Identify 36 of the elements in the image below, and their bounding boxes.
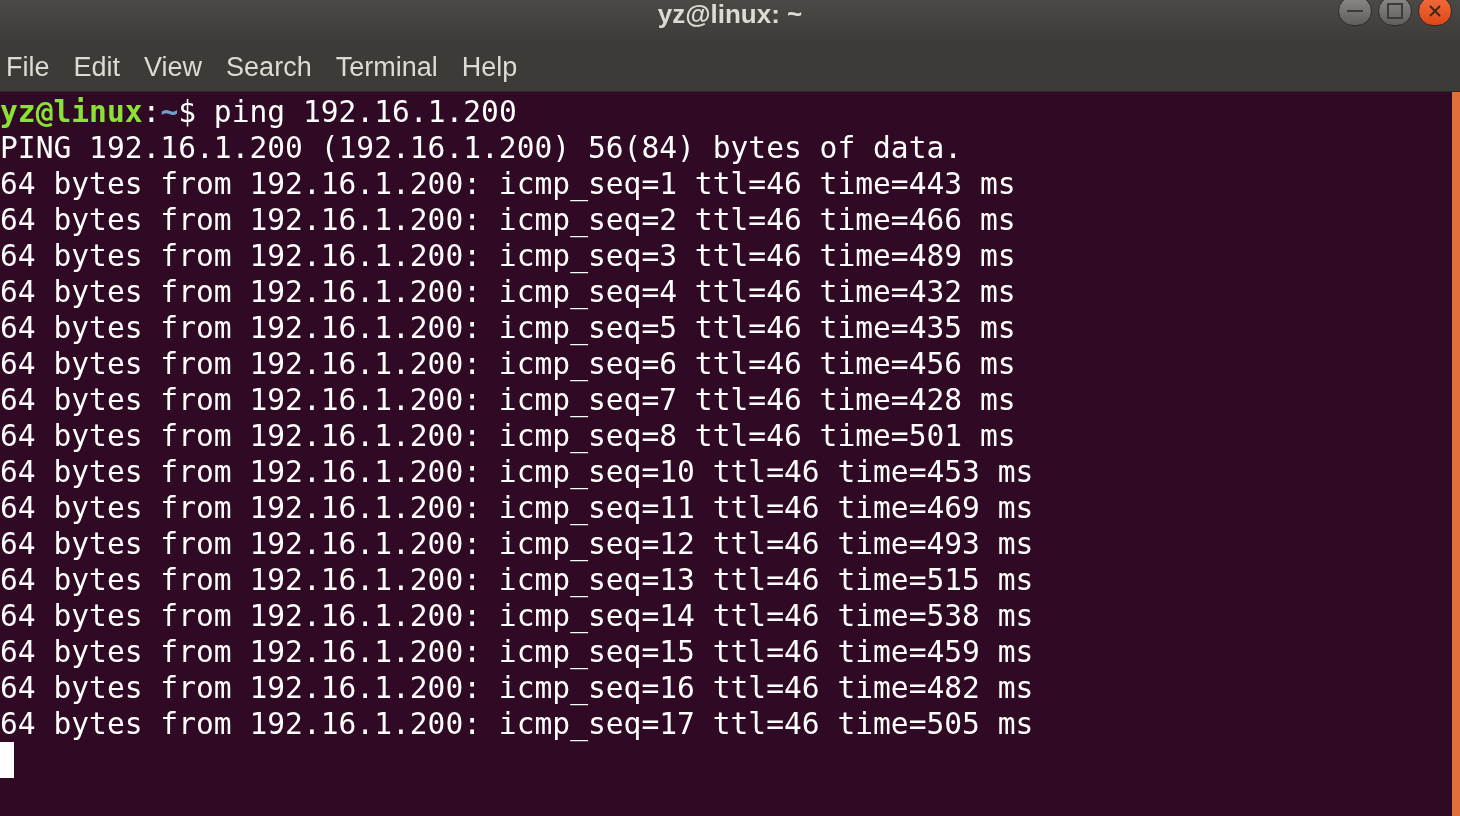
- output-line: 64 bytes from 192.16.1.200: icmp_seq=15 ttl=46 time=459 ms: [0, 634, 1034, 670]
- minimize-icon: [1347, 9, 1363, 13]
- menu-item[interactable]: View: [144, 54, 203, 81]
- output-line: 64 bytes from 192.16.1.200: icmp_seq=8 ttl=46 time=501 ms: [0, 418, 1016, 454]
- menu-item[interactable]: File: [6, 54, 50, 81]
- menu-item[interactable]: Terminal: [335, 54, 438, 81]
- prompt-user-host: yz@linux: [0, 94, 143, 130]
- output-line: 64 bytes from 192.16.1.200: icmp_seq=3 ttl=46 time=489 ms: [0, 238, 1016, 274]
- output-line: 64 bytes from 192.16.1.200: icmp_seq=5 ttl=46 time=435 ms: [0, 310, 1016, 346]
- menu-item[interactable]: Help: [461, 54, 518, 81]
- output-line: 64 bytes from 192.16.1.200: icmp_seq=12 ttl=46 time=493 ms: [0, 526, 1034, 562]
- command-text: $ ping 192.16.1.200: [178, 94, 517, 130]
- output-line: 64 bytes from 192.16.1.200: icmp_seq=17 ttl=46 time=505 ms: [0, 706, 1034, 742]
- output-line: 64 bytes from 192.16.1.200: icmp_seq=1 ttl=46 time=443 ms: [0, 166, 1016, 202]
- close-icon: [1428, 4, 1442, 18]
- close-button[interactable]: [1418, 0, 1452, 26]
- output-line: 64 bytes from 192.16.1.200: icmp_seq=4 ttl=46 time=432 ms: [0, 274, 1016, 310]
- output-line: 64 bytes from 192.16.1.200: icmp_seq=6 ttl=46 time=456 ms: [0, 346, 1016, 382]
- output-line: 64 bytes from 192.16.1.200: icmp_seq=13 ttl=46 time=515 ms: [0, 562, 1034, 598]
- output-line: PING 192.16.1.200 (192.16.1.200) 56(84) bytes of data.: [0, 130, 963, 166]
- menu-item[interactable]: Edit: [73, 54, 121, 81]
- maximize-button[interactable]: [1378, 0, 1412, 26]
- scroll-thumb[interactable]: [1452, 92, 1460, 816]
- minimize-button[interactable]: [1338, 0, 1372, 26]
- output-line: 64 bytes from 192.16.1.200: icmp_seq=11 ttl=46 time=469 ms: [0, 490, 1034, 526]
- maximize-icon: [1387, 3, 1403, 19]
- prompt-separator: :: [142, 94, 161, 130]
- output-line: 64 bytes from 192.16.1.200: icmp_seq=16 ttl=46 time=482 ms: [0, 670, 1034, 706]
- cursor: [0, 742, 14, 778]
- output-line: 64 bytes from 192.16.1.200: icmp_seq=2 ttl=46 time=466 ms: [0, 202, 1016, 238]
- menu-item[interactable]: Search: [226, 54, 312, 81]
- prompt-path: ~: [160, 94, 179, 130]
- output-line: 64 bytes from 192.16.1.200: icmp_seq=10 ttl=46 time=453 ms: [0, 454, 1034, 490]
- window-title: yz@linux: ~: [657, 1, 803, 27]
- output-line: 64 bytes from 192.16.1.200: icmp_seq=14 ttl=46 time=538 ms: [0, 598, 1034, 634]
- output-line: 64 bytes from 192.16.1.200: icmp_seq=7 ttl=46 time=428 ms: [0, 382, 1016, 418]
